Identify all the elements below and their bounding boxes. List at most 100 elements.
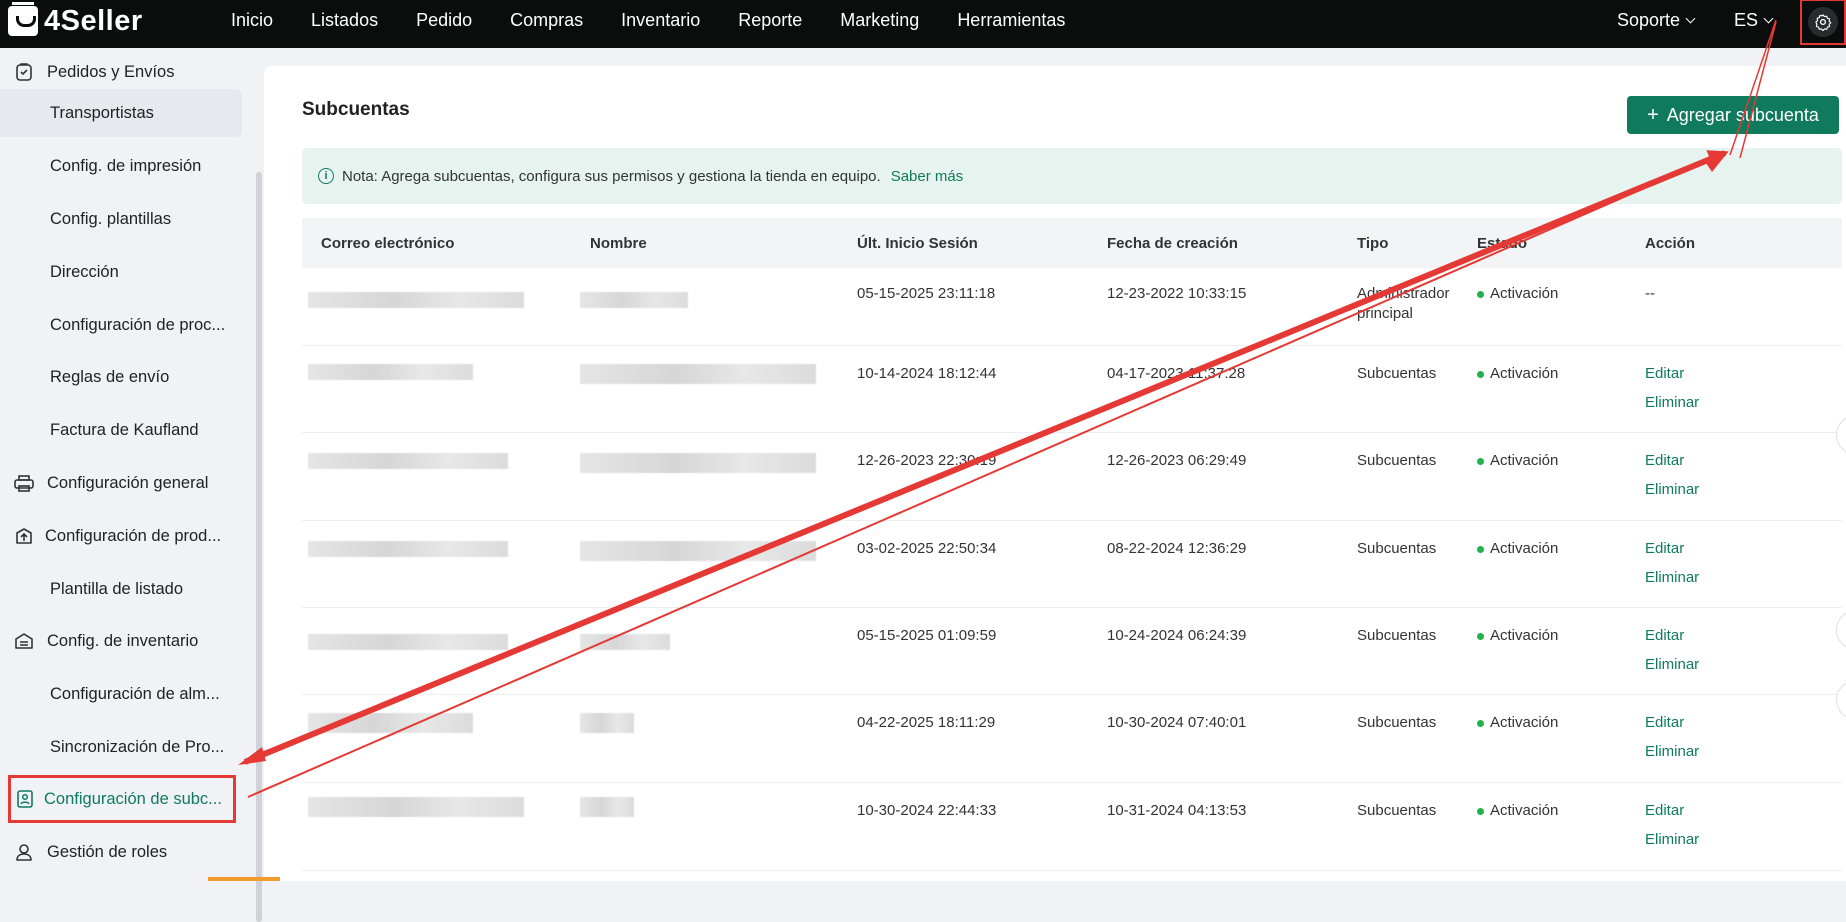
redacted-email	[308, 292, 524, 308]
column-header-name: Nombre	[590, 234, 647, 252]
learn-more-link[interactable]: Saber más	[891, 168, 964, 185]
nav-inventario[interactable]: Inventario	[621, 10, 700, 31]
sidebar-item-label: Gestión de roles	[47, 842, 168, 861]
add-subaccount-button[interactable]: + Agregar subcuenta	[1627, 96, 1839, 134]
created-date-cell: 10-30-2024 07:40:01	[1107, 714, 1247, 731]
sidebar-scrollbar[interactable]	[256, 172, 262, 922]
action-cell: Editar Eliminar	[1645, 364, 1699, 413]
redacted-name	[580, 634, 670, 650]
support-dropdown[interactable]: Soporte	[1617, 10, 1696, 31]
printer-icon	[13, 472, 35, 494]
sidebar-item-configuracion-alm[interactable]: Configuración de alm...	[0, 670, 242, 718]
type-cell: Subcuentas	[1357, 452, 1437, 469]
created-date-cell: 12-23-2022 10:33:15	[1107, 285, 1247, 302]
last-login-cell: 12-26-2023 22:30:19	[857, 452, 997, 469]
status-text: Activación	[1490, 714, 1559, 731]
bottom-indicator	[208, 877, 280, 881]
status-dot-icon	[1477, 290, 1484, 298]
chevron-down-icon	[1685, 13, 1696, 23]
language-label: ES	[1733, 9, 1758, 30]
column-header-created: Fecha de creación	[1107, 234, 1238, 252]
action-cell: Editar Eliminar	[1645, 626, 1699, 675]
nav-inicio[interactable]: Inicio	[231, 10, 273, 31]
sidebar-item-transportistas[interactable]: Transportistas	[0, 89, 242, 137]
sidebar-item-direccion[interactable]: Dirección	[0, 248, 242, 296]
status-text: Activación	[1490, 365, 1559, 382]
edit-link[interactable]: Editar	[1645, 451, 1699, 471]
status-badge: Activación	[1477, 626, 1558, 646]
sidebar-item-configuracion-proc[interactable]: Configuración de proc...	[0, 301, 242, 349]
add-subaccount-label: Agregar subcuenta	[1666, 104, 1819, 125]
nav-reporte[interactable]: Reporte	[738, 10, 802, 31]
table-row: 05-15-2025 23:11:18 12-23-2022 10:33:15 …	[302, 268, 1842, 346]
action-cell: Editar Eliminar	[1645, 801, 1699, 850]
status-text: Activación	[1490, 627, 1559, 644]
sidebar-item-configuracion-prod[interactable]: Configuración de prod...	[0, 512, 242, 560]
status-dot-icon	[1477, 807, 1484, 815]
created-date-cell: 10-31-2024 04:13:53	[1107, 802, 1247, 819]
created-date-cell: 08-22-2024 12:36:29	[1107, 540, 1247, 557]
edit-link[interactable]: Editar	[1645, 539, 1699, 559]
sidebar-item-label: Config. de inventario	[47, 631, 199, 650]
type-cell: Administrador principal	[1357, 285, 1450, 322]
delete-link[interactable]: Eliminar	[1645, 568, 1699, 588]
column-header-action: Acción	[1645, 234, 1696, 252]
column-header-email: Correo electrónico	[321, 234, 455, 252]
delete-link[interactable]: Eliminar	[1645, 830, 1699, 850]
last-login-cell: 05-15-2025 23:11:18	[857, 285, 996, 302]
edit-link[interactable]: Editar	[1645, 626, 1699, 646]
info-note-banner: i Nota: Agrega subcuentas, configura sus…	[302, 148, 1842, 204]
chevron-down-icon	[1763, 13, 1774, 23]
delete-link[interactable]: Eliminar	[1645, 393, 1699, 413]
nav-listados[interactable]: Listados	[311, 10, 378, 31]
sidebar-item-reglas-envio[interactable]: Reglas de envío	[0, 353, 242, 401]
sidebar-item-config-impresion[interactable]: Config. de impresión	[0, 142, 242, 190]
status-badge: Activación	[1477, 713, 1558, 733]
nav-compras[interactable]: Compras	[510, 10, 583, 31]
last-login-cell: 10-14-2024 18:12:44	[857, 365, 997, 382]
sidebar-item-label: Configuración de subc...	[44, 789, 222, 808]
edit-link[interactable]: Editar	[1645, 801, 1699, 821]
table-row: 10-14-2024 18:12:44 04-17-2023 11:37:28 …	[302, 346, 1842, 433]
nav-pedido[interactable]: Pedido	[416, 10, 472, 31]
column-header-status: Estado	[1477, 234, 1528, 252]
redacted-email	[308, 797, 524, 817]
last-login-cell: 05-15-2025 01:09:59	[857, 627, 997, 644]
brand-logo[interactable]: 4Seller	[8, 2, 143, 38]
page-title: Subcuentas	[302, 99, 410, 120]
sidebar-item-gestion-roles[interactable]: Gestión de roles	[0, 828, 242, 876]
warehouse-icon	[13, 630, 35, 652]
redacted-name	[580, 541, 816, 561]
delete-link[interactable]: Eliminar	[1645, 480, 1699, 500]
delete-link[interactable]: Eliminar	[1645, 655, 1699, 675]
sidebar-item-configuracion-general[interactable]: Configuración general	[0, 459, 242, 507]
column-header-last-login: Últ. Inicio Sesión	[857, 234, 978, 252]
edit-link[interactable]: Editar	[1645, 364, 1699, 384]
status-dot-icon	[1477, 632, 1484, 640]
order-icon	[13, 61, 35, 83]
user-icon	[13, 841, 35, 863]
settings-button[interactable]	[1808, 7, 1838, 37]
sidebar-item-config-plantillas[interactable]: Config. plantillas	[0, 195, 242, 243]
status-badge: Activación	[1477, 539, 1558, 559]
sidebar-item-label: Config. plantillas	[50, 209, 172, 228]
sidebar-item-factura-kaufland[interactable]: Factura de Kaufland	[0, 406, 242, 454]
table-header: Correo electrónico Nombre Últ. Inicio Se…	[302, 218, 1842, 268]
language-dropdown[interactable]: ES	[1733, 9, 1774, 31]
sidebar-item-configuracion-subcuentas[interactable]: Configuración de subc...	[8, 775, 236, 823]
nav-marketing[interactable]: Marketing	[840, 10, 919, 31]
sidebar-item-sincronizacion-pro[interactable]: Sincronización de Pro...	[0, 723, 242, 771]
type-cell: Subcuentas	[1357, 802, 1437, 819]
type-cell: Subcuentas	[1357, 627, 1437, 644]
delete-link[interactable]: Eliminar	[1645, 742, 1699, 762]
redacted-name	[580, 713, 634, 733]
sidebar-item-label: Factura de Kaufland	[50, 420, 199, 439]
redacted-name	[580, 364, 816, 384]
redacted-email	[308, 364, 473, 380]
sidebar-item-config-inventario[interactable]: Config. de inventario	[0, 617, 242, 665]
sidebar-item-plantilla-listado[interactable]: Plantilla de listado	[0, 565, 242, 613]
nav-herramientas[interactable]: Herramientas	[957, 10, 1065, 31]
status-badge: Activación	[1477, 451, 1558, 471]
edit-link[interactable]: Editar	[1645, 713, 1699, 733]
action-cell: Editar Eliminar	[1645, 713, 1699, 762]
